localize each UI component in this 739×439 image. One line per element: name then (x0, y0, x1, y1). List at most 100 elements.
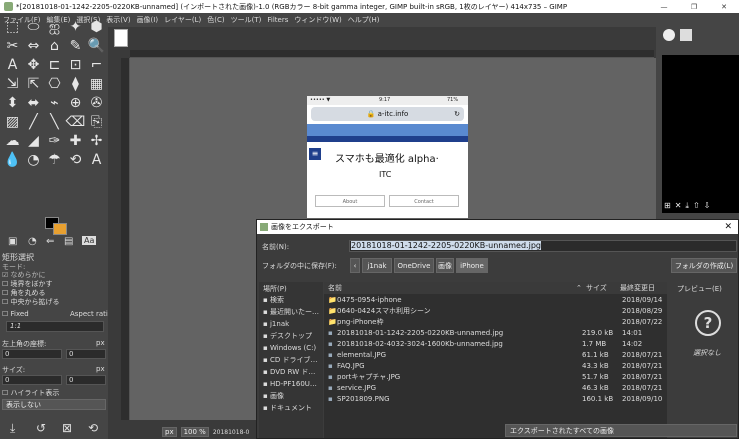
tool-icon-3[interactable]: ✦ (65, 18, 86, 37)
images-icon[interactable]: ▤ (64, 236, 73, 247)
tool-icon-38[interactable]: ⟲ (65, 151, 86, 170)
position-unit[interactable]: px (96, 339, 105, 347)
tool-options-icon[interactable]: ▣ (8, 236, 17, 247)
expand-center-checkbox[interactable]: ☐ 中央から拡げる (2, 297, 60, 307)
tool-icon-17[interactable]: ⎔ (44, 75, 65, 94)
menu-windows[interactable]: ウィンドウ(W) (294, 15, 341, 25)
tool-icon-31[interactable]: ◢ (23, 132, 44, 151)
menu-filters[interactable]: Filters (267, 16, 288, 24)
fixed-checkbox[interactable]: ☐ Fixed (2, 310, 29, 318)
size-unit[interactable]: px (96, 365, 105, 373)
place-item[interactable]: ▪ ドキュメント (259, 403, 323, 413)
delete-options-icon[interactable]: ⊠ (62, 421, 72, 435)
dialog-close-button[interactable]: ✕ (724, 220, 732, 234)
new-layer-icon[interactable]: ⊞ (664, 201, 671, 213)
tool-icon-34[interactable]: ✢ (86, 132, 107, 151)
path-j1nak[interactable]: j1nak (362, 258, 392, 273)
tool-icon-27[interactable]: ╲ (44, 113, 65, 132)
name-column-header[interactable]: 名前 (328, 282, 342, 294)
tool-icon-4[interactable]: ⬢ (86, 18, 107, 37)
date-column-header[interactable]: 最終変更日 (620, 282, 655, 294)
highlight-checkbox[interactable]: ☐ ハイライト表示 (2, 388, 59, 398)
menu-tools[interactable]: ツール(T) (231, 15, 262, 25)
tool-icon-2[interactable]: ஐ (44, 18, 65, 37)
menu-image[interactable]: 画像(I) (137, 15, 159, 25)
tool-icon-18[interactable]: ⧫ (65, 75, 86, 94)
tool-icon-0[interactable]: ⬚ (2, 18, 23, 37)
brush-preview-icon[interactable] (663, 29, 675, 41)
tool-icon-12[interactable]: ⊏ (44, 56, 65, 75)
size-x-field[interactable]: 0 (2, 375, 62, 385)
tool-icon-6[interactable]: ⇔ (23, 37, 44, 56)
reset-options-icon[interactable]: ⟲ (88, 421, 98, 435)
tool-icon-24[interactable]: ✇ (86, 94, 107, 113)
minimize-button[interactable]: — (649, 3, 679, 11)
place-item[interactable]: ▪ 検索 (259, 295, 323, 305)
restore-options-icon[interactable]: ↺ (36, 421, 46, 435)
file-row[interactable]: ▪ portキャプチャ.JPG 51.7 kB 2018/07/21 (324, 372, 667, 383)
place-item[interactable]: ▪ 画像 (259, 391, 323, 401)
places-header[interactable]: 場所(P) (263, 284, 287, 294)
raise-layer-icon[interactable]: ⇧ (693, 201, 700, 213)
preview-header[interactable]: プレビュー(E) (677, 284, 722, 294)
menu-colors[interactable]: 色(C) (207, 15, 224, 25)
tool-icon-37[interactable]: ☂ (44, 151, 65, 170)
tool-icon-25[interactable]: ▨ (2, 113, 23, 132)
tool-icon-33[interactable]: ✚ (65, 132, 86, 151)
guides-select[interactable]: 表示しない (2, 399, 106, 410)
place-item[interactable]: ▪ DVD RW ド… (259, 367, 323, 377)
tool-icon-32[interactable]: ✑ (44, 132, 65, 151)
position-y-field[interactable]: 0 (66, 349, 106, 359)
tool-icon-13[interactable]: ⊡ (65, 56, 86, 75)
horizontal-ruler[interactable] (130, 50, 654, 58)
size-column-header[interactable]: サイズ (586, 282, 607, 294)
lower-layer-icon[interactable]: ⇩ (704, 201, 711, 213)
navigation-preview[interactable] (662, 55, 739, 213)
file-row[interactable]: ▪ SP201809.PNG 160.1 kB 2018/09/10 (324, 394, 667, 405)
place-item[interactable]: ▪ 最近開いたー… (259, 307, 323, 317)
menu-view[interactable]: 表示(V) (106, 15, 130, 25)
path-onedrive[interactable]: OneDrive (394, 258, 434, 273)
maximize-button[interactable]: ❐ (679, 3, 709, 11)
tool-icon-8[interactable]: ✎ (65, 37, 86, 56)
delete-layer-icon[interactable]: ✕ (675, 201, 682, 213)
size-y-field[interactable]: 0 (66, 375, 106, 385)
menu-help[interactable]: ヘルプ(H) (348, 15, 380, 25)
tool-icon-39[interactable]: A (86, 151, 107, 170)
file-row[interactable]: 📁 0640-0424スマホ利用シーン 2018/08/29 (324, 306, 667, 317)
background-color-swatch[interactable] (53, 223, 67, 235)
image-tab[interactable] (114, 29, 128, 47)
file-row[interactable]: ▪ 20181018-01-1242-2205-0220KB-unnamed.jp… (324, 328, 667, 339)
create-folder-button[interactable]: フォルダの作成(L) (671, 258, 737, 273)
tool-icon-9[interactable]: 🔍 (86, 37, 107, 56)
tool-icon-30[interactable]: ☁ (2, 132, 23, 151)
path-iphone[interactable]: iPhone (456, 258, 488, 273)
tool-icon-28[interactable]: ⌫ (65, 113, 86, 132)
ratio-field[interactable]: 1:1 (6, 321, 104, 332)
close-button[interactable]: ✕ (709, 3, 739, 11)
tool-icon-15[interactable]: ⇲ (2, 75, 23, 94)
tool-icon-21[interactable]: ⬌ (23, 94, 44, 113)
tool-icon-23[interactable]: ⊕ (65, 94, 86, 113)
place-item[interactable]: ▪ CD ドライブ… (259, 355, 323, 365)
unit-select[interactable]: px (162, 427, 177, 437)
tool-icon-26[interactable]: ╱ (23, 113, 44, 132)
place-item[interactable]: ▪ Windows (C:) (259, 343, 323, 353)
fonts-icon[interactable]: Aa (82, 236, 97, 245)
tool-icon-36[interactable]: ◔ (23, 151, 44, 170)
file-type-filter[interactable]: エクスポートされたすべての画像 (505, 424, 737, 437)
file-row[interactable]: 📁 png-iPhone枠 2018/07/22 (324, 317, 667, 328)
aspect-select[interactable]: Aspect rati (70, 310, 108, 318)
place-item[interactable]: ▪ デスクトップ (259, 331, 323, 341)
tool-icon-29[interactable]: ⎘ (86, 113, 107, 132)
file-row[interactable]: ▪ FAQ.JPG 43.3 kB 2018/07/21 (324, 361, 667, 372)
device-status-icon[interactable]: ◔ (28, 236, 37, 247)
merge-layer-icon[interactable]: ⤓ (685, 201, 689, 213)
vertical-ruler[interactable] (121, 58, 130, 420)
tool-icon-5[interactable]: ✂ (2, 37, 23, 56)
file-row[interactable]: ▪ elemental.JPG 61.1 kB 2018/07/21 (324, 350, 667, 361)
path-back-button[interactable]: ‹ (350, 258, 360, 273)
undo-history-icon[interactable]: ⇐ (46, 236, 54, 247)
position-x-field[interactable]: 0 (2, 349, 62, 359)
tool-icon-10[interactable]: A (2, 56, 23, 75)
